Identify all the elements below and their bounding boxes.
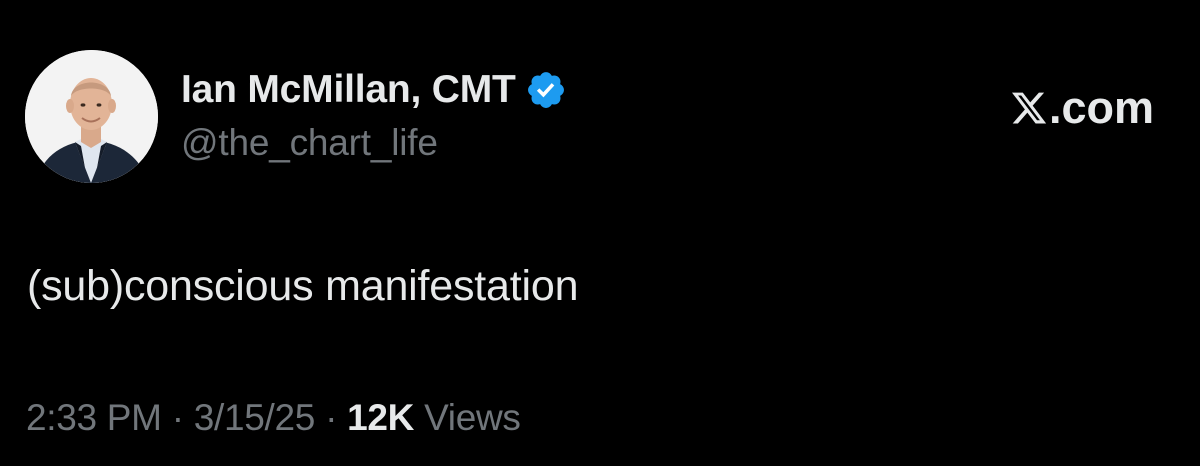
author-handle[interactable]: @the_chart_life [181,122,438,164]
author-display-name[interactable]: Ian McMillan, CMT [181,68,516,112]
verified-badge-icon[interactable] [525,69,567,111]
views-count: 12K [347,397,415,438]
tweet-meta: 2:33 PM · 3/15/25 · 12K Views [26,397,521,439]
profile-photo [25,50,158,183]
tweet-time[interactable]: 2:33 PM [26,397,162,438]
author-avatar[interactable] [25,50,158,183]
views-label: Views [424,397,521,438]
brand-domain-suffix: .com [1048,82,1154,133]
author-name-row: Ian McMillan, CMT [181,64,567,116]
meta-separator: · [171,397,184,438]
tweet-text: (sub)conscious manifestation [27,262,579,310]
brand-watermark: .com [1010,82,1154,134]
tweet-date[interactable]: 3/15/25 [194,397,316,438]
meta-separator: · [325,397,338,438]
x-logo-icon [1010,89,1048,127]
